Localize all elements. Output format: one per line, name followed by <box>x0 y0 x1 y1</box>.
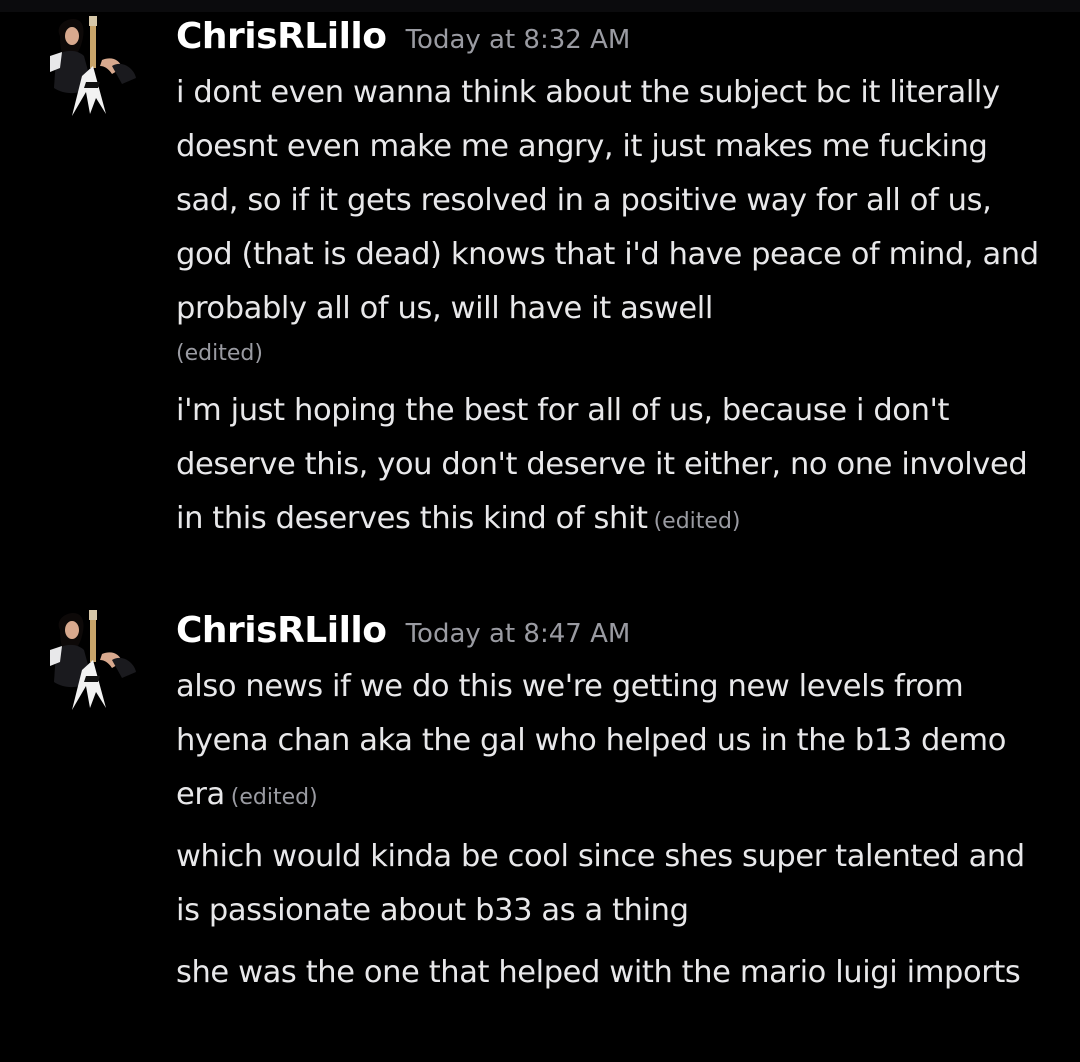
edited-label: (edited) <box>176 341 263 366</box>
guitarist-avatar-icon[interactable] <box>46 16 142 120</box>
message-header: ChrisRLillo Today at 8:47 AM <box>176 610 630 656</box>
message-text: she was the one that helped with the mar… <box>176 955 1021 990</box>
top-divider <box>0 0 1080 12</box>
timestamp[interactable]: Today at 8:47 AM <box>406 619 631 649</box>
message[interactable]: i dont even wanna think about the subjec… <box>176 66 1056 372</box>
message-header: ChrisRLillo Today at 8:32 AM <box>176 16 630 62</box>
message-text: which would kinda be cool since shes sup… <box>176 839 1025 928</box>
timestamp[interactable]: Today at 8:32 AM <box>406 25 631 55</box>
message[interactable]: i'm just hoping the best for all of us, … <box>176 384 1056 549</box>
edited-label: (edited) <box>230 785 318 810</box>
guitarist-avatar-icon[interactable] <box>46 610 142 714</box>
username[interactable]: ChrisRLillo <box>176 610 387 651</box>
message-text: i dont even wanna think about the subjec… <box>176 75 1039 326</box>
message[interactable]: which would kinda be cool since shes sup… <box>176 830 1056 938</box>
username[interactable]: ChrisRLillo <box>176 16 387 57</box>
message[interactable]: she was the one that helped with the mar… <box>176 946 1056 1000</box>
edited-label: (edited) <box>653 509 741 534</box>
message-text: i'm just hoping the best for all of us, … <box>176 393 1028 536</box>
message[interactable]: also news if we do this we're getting ne… <box>176 660 1056 825</box>
